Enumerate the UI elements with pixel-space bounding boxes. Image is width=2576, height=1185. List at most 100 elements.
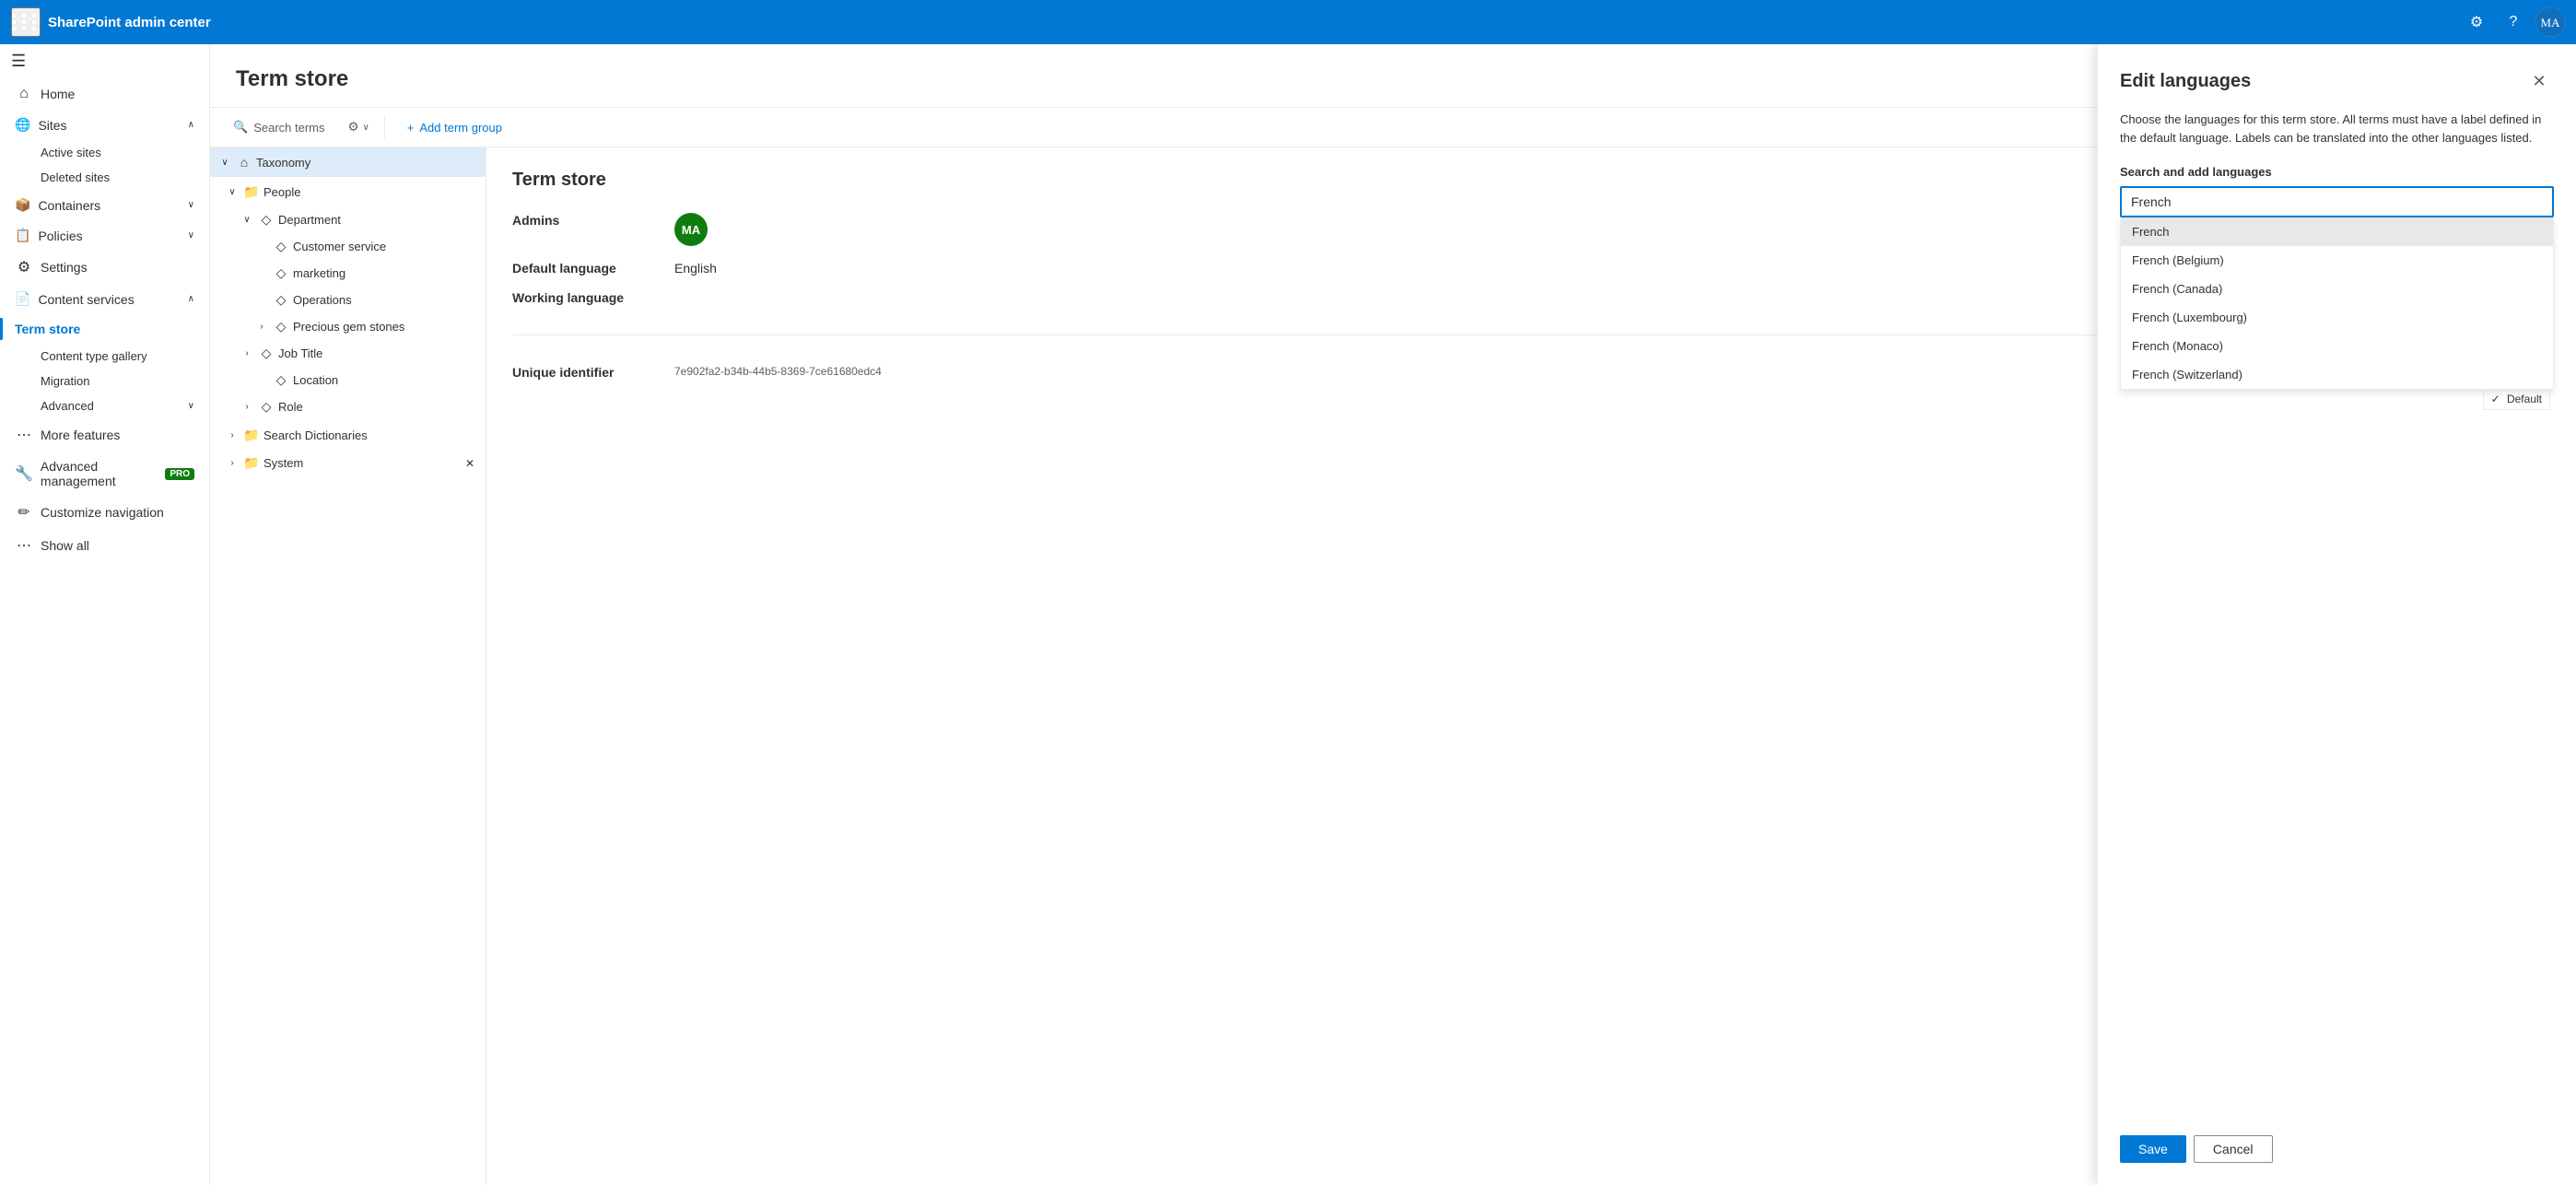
sites-chevron-icon: ∧ bbox=[188, 120, 194, 130]
french-luxembourg-label: French (Luxembourg) bbox=[2132, 311, 2247, 324]
cancel-button[interactable]: Cancel bbox=[2194, 1135, 2273, 1163]
sidebar-item-deleted-sites[interactable]: Deleted sites bbox=[0, 165, 209, 190]
default-check-row: ✓ Default bbox=[2120, 389, 2554, 410]
sidebar-item-more-features[interactable]: ⋯ More features bbox=[0, 418, 209, 452]
sys-label: System bbox=[263, 456, 303, 470]
tree-item-search-dictionaries[interactable]: › 📁 Search Dictionaries ⋯ bbox=[210, 420, 486, 450]
app-title: SharePoint admin center bbox=[48, 15, 2462, 30]
tree-item-department[interactable]: ∨ ◇ Department bbox=[210, 206, 486, 233]
dropdown-item-french-luxembourg[interactable]: French (Luxembourg) bbox=[2121, 303, 2553, 332]
tree-item-role[interactable]: › ◇ Role bbox=[210, 393, 486, 420]
gems-label: Precious gem stones bbox=[293, 320, 404, 334]
dept-label: Department bbox=[278, 213, 341, 227]
dropdown-item-french[interactable]: French bbox=[2121, 217, 2553, 246]
cs-label: Customer service bbox=[293, 240, 386, 253]
sidebar-item-sites[interactable]: 🌐 Sites ∧ bbox=[0, 110, 209, 140]
sidebar-item-show-all[interactable]: ⋯ Show all bbox=[0, 529, 209, 562]
people-label: People bbox=[263, 185, 300, 199]
collapse-nav-button[interactable]: ☰ bbox=[0, 44, 209, 78]
french-canada-label: French (Canada) bbox=[2132, 282, 2222, 296]
sys-close-icon[interactable]: ✕ bbox=[462, 457, 478, 470]
loc-label: Location bbox=[293, 373, 338, 387]
tree-item-location[interactable]: ◇ Location bbox=[210, 367, 486, 393]
edit-panel: Edit languages ✕ Choose the languages fo… bbox=[2097, 44, 2576, 1185]
sidebar-item-content-services[interactable]: 📄 Content services ∧ bbox=[0, 284, 209, 314]
dept-diamond-icon: ◇ bbox=[258, 212, 275, 228]
default-language-label: Default language bbox=[512, 261, 660, 276]
sidebar-item-home[interactable]: ⌂ Home bbox=[0, 78, 209, 110]
sidebar-item-migration[interactable]: Migration bbox=[0, 369, 209, 393]
dropdown-item-french-monaco[interactable]: French (Monaco) bbox=[2121, 332, 2553, 360]
sidebar-item-settings[interactable]: ⚙ Settings bbox=[0, 251, 209, 284]
settings-button[interactable]: ⚙ bbox=[2462, 7, 2491, 37]
unique-id-label: Unique identifier bbox=[512, 365, 660, 380]
sites-icon: 🌐 bbox=[15, 117, 30, 133]
panel-footer: Save Cancel bbox=[2120, 1120, 2554, 1163]
tree-item-job-title[interactable]: › ◇ Job Title bbox=[210, 340, 486, 367]
tree-item-taxonomy[interactable]: ∨ ⌂ Taxonomy ⋯ bbox=[210, 147, 486, 177]
dropdown-item-french-switzerland[interactable]: French (Switzerland) bbox=[2121, 360, 2553, 389]
policies-chevron-icon: ∨ bbox=[188, 230, 194, 241]
tree-item-precious-gem-stones[interactable]: › ◇ Precious gem stones bbox=[210, 313, 486, 340]
search-terms-button[interactable]: 🔍 Search terms bbox=[225, 115, 334, 139]
taxonomy-home-icon: ⌂ bbox=[236, 155, 252, 170]
search-terms-label: Search terms bbox=[253, 121, 324, 135]
language-dropdown: French French (Belgium) Default French (… bbox=[2120, 217, 2554, 390]
tree-item-people[interactable]: ∨ 📁 People ⋯ bbox=[210, 177, 486, 206]
default-check-label: ✓ Default bbox=[2483, 389, 2550, 410]
help-button[interactable]: ? bbox=[2499, 7, 2528, 37]
sd-label: Search Dictionaries bbox=[263, 428, 368, 442]
language-search-input[interactable] bbox=[2120, 186, 2554, 217]
term-store-icon bbox=[0, 318, 3, 340]
sidebar-label-customize-navigation: Customize navigation bbox=[41, 505, 164, 520]
sidebar-item-active-sites[interactable]: Active sites bbox=[0, 140, 209, 165]
language-search-wrapper: French French (Belgium) Default French (… bbox=[2120, 186, 2554, 390]
add-term-group-label: Add term group bbox=[419, 121, 502, 135]
panel-close-button[interactable]: ✕ bbox=[2524, 66, 2554, 96]
sidebar-label-term-store: Term store bbox=[15, 322, 80, 336]
tree-item-customer-service[interactable]: ◇ Customer service bbox=[210, 233, 486, 260]
sidebar-item-advanced[interactable]: Advanced ∨ bbox=[0, 393, 209, 418]
sys-folder-icon: 📁 bbox=[243, 455, 260, 471]
sidebar-label-containers: Containers bbox=[38, 198, 100, 213]
sidebar-label-home: Home bbox=[41, 87, 75, 101]
panel-description: Choose the languages for this term store… bbox=[2120, 111, 2554, 147]
sidebar-item-content-type-gallery[interactable]: Content type gallery bbox=[0, 344, 209, 369]
sidebar-label-show-all: Show all bbox=[41, 538, 89, 553]
dropdown-item-french-canada[interactable]: French (Canada) bbox=[2121, 275, 2553, 303]
sidebar-label-active-sites: Active sites bbox=[41, 146, 101, 159]
save-button[interactable]: Save bbox=[2120, 1135, 2186, 1163]
topbar-actions: ⚙ ? bbox=[2462, 7, 2565, 37]
taxonomy-chevron-icon: ∨ bbox=[217, 158, 232, 168]
tree-item-operations[interactable]: ◇ Operations bbox=[210, 287, 486, 313]
add-term-group-button[interactable]: + Add term group bbox=[400, 117, 509, 138]
sys-chevron-icon: › bbox=[225, 458, 240, 468]
sidebar-label-settings: Settings bbox=[41, 260, 88, 275]
tree-item-system[interactable]: › 📁 System ✕ bbox=[210, 450, 486, 476]
user-avatar[interactable] bbox=[2535, 7, 2565, 37]
sidebar-item-customize-navigation[interactable]: ✏ Customize navigation bbox=[0, 496, 209, 529]
jt-label: Job Title bbox=[278, 346, 322, 360]
gear-small-icon: ⚙ bbox=[348, 120, 359, 135]
default-label-text: Default bbox=[2507, 393, 2542, 405]
sidebar-item-policies[interactable]: 📋 Policies ∨ bbox=[0, 220, 209, 251]
sidebar-item-term-store[interactable]: Term store bbox=[0, 314, 209, 344]
panel-header: Edit languages ✕ bbox=[2120, 66, 2554, 96]
dropdown-item-french-belgium[interactable]: French (Belgium) Default bbox=[2121, 246, 2553, 275]
sidebar-item-containers[interactable]: 📦 Containers ∨ bbox=[0, 190, 209, 220]
term-settings-button[interactable]: ⚙ ∨ bbox=[348, 120, 369, 135]
cs-diamond-icon: ◇ bbox=[273, 239, 289, 254]
sidebar-item-advanced-management[interactable]: 🔧 Advanced management PRO bbox=[0, 452, 209, 496]
home-icon: ⌂ bbox=[15, 86, 33, 102]
waffle-icon bbox=[12, 14, 40, 30]
mkt-label: marketing bbox=[293, 266, 345, 280]
people-chevron-icon: ∨ bbox=[225, 187, 240, 197]
left-pane: ∨ ⌂ Taxonomy ⋯ ∨ 📁 People ⋯ ∨ bbox=[210, 147, 486, 1185]
tree-item-marketing[interactable]: ◇ marketing bbox=[210, 260, 486, 287]
sidebar-label-sites: Sites bbox=[38, 118, 66, 133]
waffle-button[interactable] bbox=[11, 7, 41, 37]
search-icon: 🔍 bbox=[233, 120, 248, 135]
sidebar-label-policies: Policies bbox=[38, 229, 82, 243]
more-features-icon: ⋯ bbox=[15, 426, 33, 444]
sidebar-label-advanced: Advanced bbox=[41, 399, 94, 413]
